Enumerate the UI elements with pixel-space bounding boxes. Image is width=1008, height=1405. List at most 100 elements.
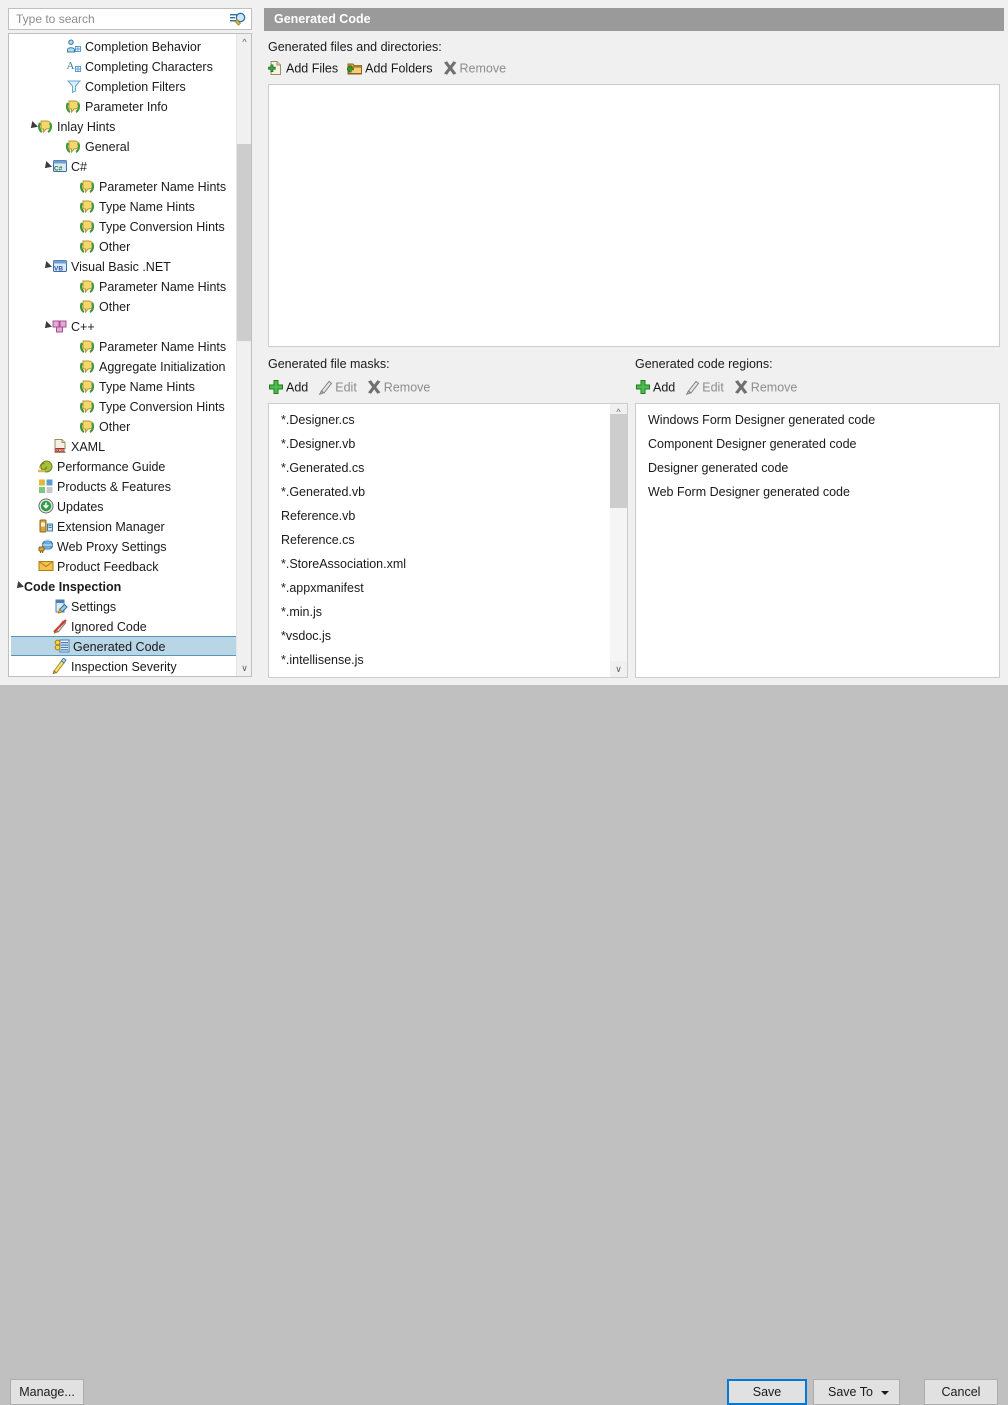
sidebar-item-completion-behavior[interactable]: Completion Behavior — [9, 36, 237, 56]
generated-files-toolbar: Add Files Add Folders Remove — [268, 58, 515, 78]
search-box[interactable] — [8, 8, 252, 30]
sidebar-item-parameter-name-hints[interactable]: Parameter Name Hints — [9, 336, 237, 356]
sidebar-item-parameter-info[interactable]: Parameter Info — [9, 96, 237, 116]
sidebar-item-completing-characters[interactable]: ACompleting Characters — [9, 56, 237, 76]
severity-icon — [52, 658, 68, 674]
sidebar-item-visual-basic-net[interactable]: VBVisual Basic .NET — [9, 256, 237, 276]
sidebar-item-completion-filters[interactable]: Completion Filters — [9, 76, 237, 96]
toolbar-button-label: Remove — [751, 381, 798, 395]
sidebar-item-type-name-hints[interactable]: Type Name Hints — [9, 376, 237, 396]
list-item[interactable]: Reference.cs — [269, 528, 610, 552]
sidebar-item-type-name-hints[interactable]: Type Name Hints — [9, 196, 237, 216]
settings-tree[interactable]: Completion BehaviorACompleting Character… — [8, 33, 252, 677]
chevron-down-icon[interactable] — [881, 1391, 889, 1395]
hint-icon — [66, 98, 82, 114]
sidebar-item-label: Inlay Hints — [57, 117, 115, 137]
expander-expanded-icon[interactable] — [41, 256, 52, 276]
generated-masks-listbox[interactable]: *.Designer.cs*.Designer.vb*.Generated.cs… — [268, 403, 628, 678]
sidebar-item-products-features[interactable]: Products & Features — [9, 476, 237, 496]
sidebar-item-product-feedback[interactable]: Product Feedback — [9, 556, 237, 576]
sidebar-item-parameter-name-hints[interactable]: Parameter Name Hints — [9, 276, 237, 296]
scroll-up-icon[interactable]: ^ — [237, 34, 252, 50]
expander-expanded-icon[interactable] — [41, 156, 52, 176]
generated-regions-label: Generated code regions: — [635, 357, 773, 371]
generated-regions-toolbar: AddEditRemove — [635, 377, 806, 397]
filter-icon — [66, 78, 82, 94]
list-item[interactable]: *.Generated.vb — [269, 480, 610, 504]
list-item[interactable]: *.min.js — [269, 600, 610, 624]
list-item[interactable]: *.intellisense.js — [269, 648, 610, 672]
sidebar-item-inspection-severity[interactable]: Inspection Severity — [9, 656, 237, 676]
list-item[interactable]: Reference.vb — [269, 504, 610, 528]
list-item[interactable]: Component Designer generated code — [636, 432, 999, 456]
generated-regions-listbox[interactable]: Windows Form Designer generated codeComp… — [635, 403, 1000, 678]
generated-files-listbox[interactable] — [268, 84, 1000, 347]
sidebar-item-type-conversion-hints[interactable]: Type Conversion Hints — [9, 396, 237, 416]
hint-icon — [80, 418, 96, 434]
add-button[interactable]: Add — [635, 377, 675, 397]
sidebar-item-c[interactable]: C#C# — [9, 156, 237, 176]
sidebar-item-other[interactable]: Other — [9, 416, 237, 436]
sidebar-item-label: Performance Guide — [57, 457, 165, 477]
list-item[interactable]: *vsdoc.js — [269, 624, 610, 648]
sidebar-item-xaml[interactable]: XAMLXAML — [9, 436, 237, 456]
sidebar-item-other[interactable]: Other — [9, 236, 237, 256]
add-files-button[interactable]: Add Files — [268, 58, 338, 78]
list-item[interactable]: Windows Form Designer generated code — [636, 408, 999, 432]
sidebar-item-general[interactable]: General — [9, 136, 237, 156]
add-plus-icon — [635, 379, 651, 395]
sidebar-item-web-proxy-settings[interactable]: Web Proxy Settings — [9, 536, 237, 556]
sidebar-item-generated-code[interactable]: Generated Code — [11, 636, 247, 656]
sidebar-item-label: Parameter Info — [85, 97, 168, 117]
sidebar-item-performance-guide[interactable]: Performance Guide — [9, 456, 237, 476]
search-icon[interactable] — [229, 11, 247, 27]
cancel-button[interactable]: Cancel — [924, 1379, 998, 1405]
sidebar-item-type-conversion-hints[interactable]: Type Conversion Hints — [9, 216, 237, 236]
vb-icon: VB — [52, 258, 68, 274]
save-to-split-button[interactable]: Save To — [813, 1379, 900, 1405]
expander-expanded-icon[interactable] — [41, 316, 52, 336]
scroll-down-icon[interactable]: ∨ — [610, 661, 627, 677]
scrollbar-thumb[interactable] — [237, 144, 252, 341]
scrollbar-thumb[interactable] — [610, 414, 627, 508]
add-button[interactable]: Add — [268, 377, 308, 397]
sidebar-item-parameter-name-hints[interactable]: Parameter Name Hints — [9, 176, 237, 196]
sidebar-item-code-inspection[interactable]: Code Inspection — [9, 576, 237, 596]
hint-icon — [80, 378, 96, 394]
scroll-down-icon[interactable]: ∨ — [237, 660, 252, 676]
expander-expanded-icon[interactable] — [27, 116, 38, 136]
save-button[interactable]: Save — [727, 1379, 807, 1405]
toolbar-button-label: Remove — [460, 62, 507, 76]
expander-expanded-icon[interactable] — [13, 576, 24, 596]
list-item[interactable]: *.StoreAssociation.xml — [269, 552, 610, 576]
sidebar-item-c[interactable]: C++ — [9, 316, 237, 336]
sidebar-item-label: C++ — [71, 317, 95, 337]
masks-scrollbar[interactable]: ^ ∨ — [610, 404, 627, 677]
sidebar-item-inlay-hints[interactable]: Inlay Hints — [9, 116, 237, 136]
sidebar-item-updates[interactable]: Updates — [9, 496, 237, 516]
extension-manager-icon — [38, 518, 54, 534]
settings-tree-scrollbar[interactable]: ^ ∨ — [236, 34, 251, 676]
sidebar-item-settings[interactable]: Settings — [9, 596, 237, 616]
sidebar-item-ignored-code[interactable]: Ignored Code — [9, 616, 237, 636]
remove-x-icon — [733, 379, 749, 395]
search-input[interactable] — [9, 9, 223, 29]
sidebar-item-other[interactable]: Other — [9, 296, 237, 316]
sidebar-item-label: Updates — [57, 497, 104, 517]
list-item[interactable]: *.Generated.cs — [269, 456, 610, 480]
list-item[interactable]: *.Designer.vb — [269, 432, 610, 456]
hint-icon — [80, 398, 96, 414]
toolbar-button-label: Add Folders — [365, 62, 432, 76]
toolbar-button-label: Remove — [384, 381, 431, 395]
list-item[interactable]: Designer generated code — [636, 456, 999, 480]
list-item[interactable]: *.Designer.cs — [269, 408, 610, 432]
list-item[interactable]: Web Form Designer generated code — [636, 480, 999, 504]
manage-button[interactable]: Manage... — [10, 1379, 84, 1405]
hint-icon — [80, 238, 96, 254]
add-folders-button[interactable]: Add Folders — [347, 58, 432, 78]
sidebar-item-extension-manager[interactable]: Extension Manager — [9, 516, 237, 536]
snail-icon — [38, 458, 54, 474]
list-item[interactable]: *.appxmanifest — [269, 576, 610, 600]
sidebar-item-aggregate-initialization[interactable]: Aggregate Initialization — [9, 356, 237, 376]
sidebar-item-label: Other — [99, 417, 130, 437]
